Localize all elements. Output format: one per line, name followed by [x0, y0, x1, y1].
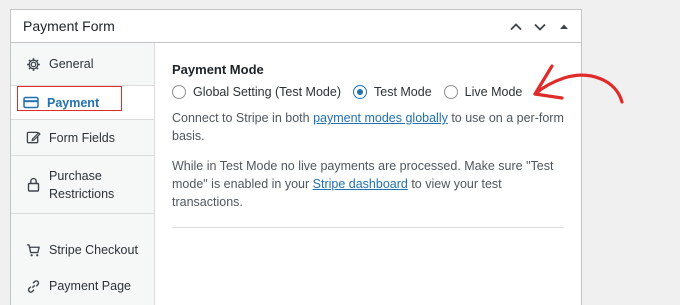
- sidebar-item-label: Purchase Restrictions: [49, 168, 115, 201]
- sidebar-item-payment[interactable]: Payment: [11, 86, 154, 120]
- annotation-arrow-icon: [533, 64, 624, 104]
- panel-title: Payment Form: [23, 18, 115, 34]
- panel-sidebar: General Payment Form Fields Purchase Res…: [11, 43, 155, 305]
- credit-card-icon: [23, 95, 39, 111]
- sidebar-item-label: General: [49, 57, 94, 71]
- section-label: Payment Mode: [172, 62, 264, 77]
- sidebar-item-stripe-checkout[interactable]: Stripe Checkout: [11, 232, 154, 268]
- sidebar-item-label: Payment Page: [49, 279, 131, 293]
- payment-mode-options: Global Setting (Test Mode) Test Mode Liv…: [172, 85, 572, 99]
- collapse-toggle-icon[interactable]: [555, 18, 573, 36]
- sidebar-item-payment-page[interactable]: Payment Page: [11, 268, 154, 304]
- desc-text: Connect to Stripe in both: [172, 111, 314, 125]
- link-icon: [25, 278, 41, 294]
- sidebar-item-form-fields[interactable]: Form Fields: [11, 120, 154, 156]
- connect-description: Connect to Stripe in both payment modes …: [172, 109, 564, 145]
- payment-form-panel: Payment Form General Payment Form Fields…: [10, 9, 582, 305]
- sidebar-item-label: Stripe Checkout: [49, 243, 138, 257]
- radio-label: Test Mode: [374, 85, 432, 99]
- radio-global-setting[interactable]: Global Setting (Test Mode): [172, 85, 341, 99]
- test-mode-description: While in Test Mode no live payments are …: [172, 157, 564, 211]
- radio-test-mode[interactable]: Test Mode: [353, 85, 432, 99]
- edit-icon: [25, 130, 41, 146]
- radio-circle[interactable]: [172, 85, 186, 99]
- header-controls: [507, 10, 573, 43]
- radio-circle[interactable]: [353, 85, 367, 99]
- payment-modes-link[interactable]: payment modes globally: [313, 111, 448, 125]
- radio-circle[interactable]: [443, 85, 458, 99]
- sidebar-item-label: Payment: [47, 95, 100, 110]
- sidebar-item-label: Form Fields: [49, 130, 115, 145]
- sidebar-item-general[interactable]: General: [11, 43, 154, 86]
- radio-live-mode[interactable]: Live Mode: [443, 85, 523, 99]
- radio-label: Live Mode: [464, 85, 523, 99]
- divider: [172, 227, 564, 228]
- move-up-icon[interactable]: [507, 18, 525, 36]
- move-down-icon[interactable]: [531, 18, 549, 36]
- cart-icon: [25, 242, 41, 258]
- payment-settings: Payment Mode Global Setting (Test Mode) …: [172, 60, 572, 228]
- lock-icon: [25, 177, 41, 193]
- sidebar-item-purchase-restrictions[interactable]: Purchase Restrictions: [11, 156, 154, 214]
- stripe-dashboard-link[interactable]: Stripe dashboard: [313, 177, 408, 191]
- gear-icon: [25, 56, 41, 72]
- panel-header: Payment Form: [11, 10, 581, 43]
- radio-label: Global Setting (Test Mode): [193, 85, 341, 99]
